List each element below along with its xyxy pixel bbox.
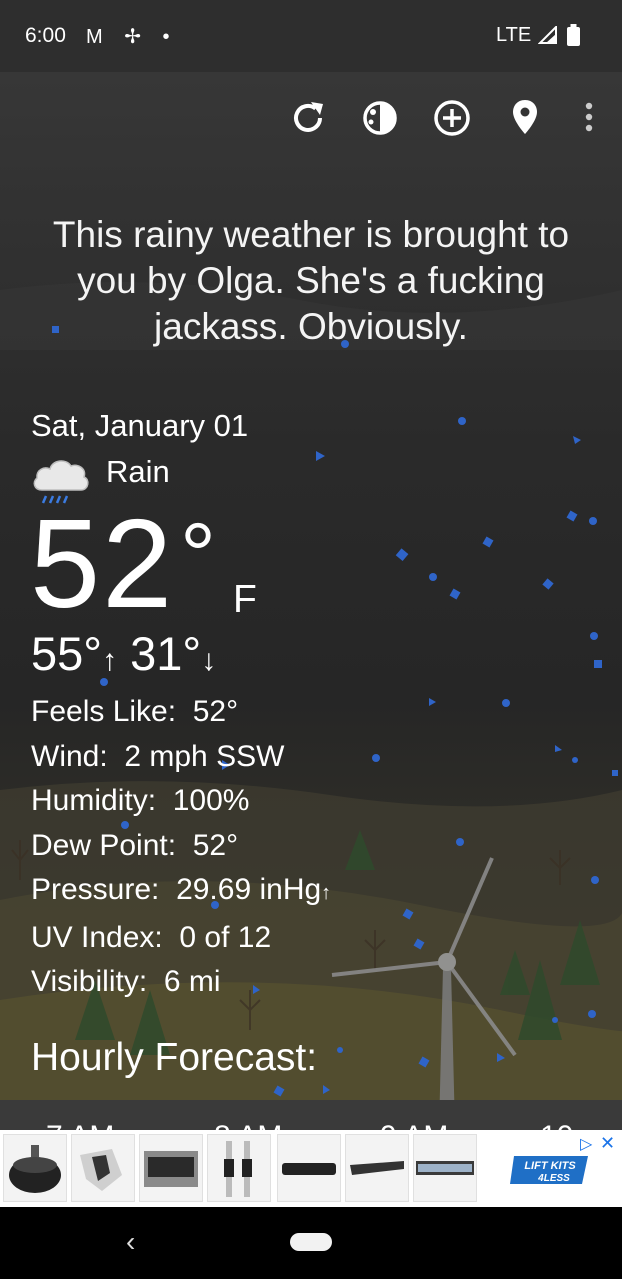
ad-product-image[interactable]: [207, 1134, 271, 1202]
hour-label: 9 AM: [380, 1120, 448, 1130]
svg-text:4LESS: 4LESS: [537, 1173, 570, 1184]
condition-label: Rain: [106, 454, 170, 489]
current-temperature: 52: [30, 493, 175, 634]
ad-product-image[interactable]: [413, 1134, 477, 1202]
battery-icon: [567, 24, 580, 46]
status-time: 6:00: [25, 24, 66, 47]
more-options-button[interactable]: [567, 96, 611, 140]
detail-visibility: Visibility: 6 mi: [31, 965, 221, 998]
arrow-up-icon: ↑: [102, 644, 118, 677]
location-pin-icon: [513, 100, 537, 134]
refresh-button[interactable]: [286, 96, 330, 140]
network-type: LTE: [496, 24, 532, 46]
svg-text:LIFT KITS: LIFT KITS: [524, 1160, 576, 1172]
high-low: 55°↑ 31°↓: [31, 626, 216, 681]
hourly-forecast-title: Hourly Forecast:: [31, 1036, 318, 1079]
hourly-forecast-list[interactable]: 7 AM 8 AM 9 AM 10 AM: [0, 1100, 622, 1130]
hour-label: 10 AM: [540, 1120, 622, 1130]
theme-icon: [363, 101, 397, 135]
detail-uv-index: UV Index: 0 of 12: [31, 920, 272, 954]
weather-headline: This rainy weather is brought to you by …: [52, 214, 570, 347]
hour-label: 8 AM: [214, 1120, 282, 1130]
add-location-icon: [434, 100, 470, 136]
detail-dew-point: Dew Point: 52°: [31, 828, 239, 862]
ad-close-icon[interactable]: ✕: [600, 1133, 615, 1154]
notification-icons: M ✢ •: [86, 26, 178, 48]
temperature-degree: °: [180, 506, 216, 606]
ad-product-image[interactable]: [71, 1134, 135, 1202]
detail-wind: Wind: 2 mph SSW: [31, 739, 285, 773]
more-vert-icon: [585, 102, 593, 132]
temperature-unit: F: [233, 578, 257, 621]
weather-details: Feels Like: 52° Wind: 2 mph SSW Humidity…: [31, 690, 331, 1005]
pressure-trend-icon: ↑: [321, 882, 332, 904]
refresh-icon: [294, 102, 323, 132]
current-date: Sat, January 01: [31, 408, 249, 443]
back-icon[interactable]: ‹: [126, 1226, 135, 1258]
ad-choices-icon[interactable]: ▷: [580, 1134, 592, 1154]
detail-feels-like: Feels Like: 52°: [31, 695, 239, 728]
high-temperature: 55°: [31, 627, 103, 680]
home-pill-button[interactable]: [290, 1233, 332, 1251]
ad-product-image[interactable]: [345, 1134, 409, 1202]
low-temperature: 31°: [130, 627, 202, 680]
detail-pressure: Pressure: 29.69 inHg↑: [31, 873, 332, 906]
signal-icon: [538, 26, 557, 44]
status-bar: 6:00 M ✢ • LTE: [0, 0, 622, 72]
ad-brand-logo[interactable]: LIFT KITS 4LESS: [508, 1150, 592, 1190]
ad-product-image[interactable]: [3, 1134, 67, 1202]
add-location-button[interactable]: [430, 96, 474, 140]
location-button[interactable]: [503, 96, 547, 140]
arrow-down-icon: ↓: [201, 644, 217, 677]
detail-humidity: Humidity: 100%: [31, 784, 250, 817]
ad-product-image[interactable]: [277, 1134, 341, 1202]
hour-label: 7 AM: [46, 1120, 114, 1130]
ad-product-image[interactable]: [139, 1134, 203, 1202]
theme-button[interactable]: [358, 96, 402, 140]
